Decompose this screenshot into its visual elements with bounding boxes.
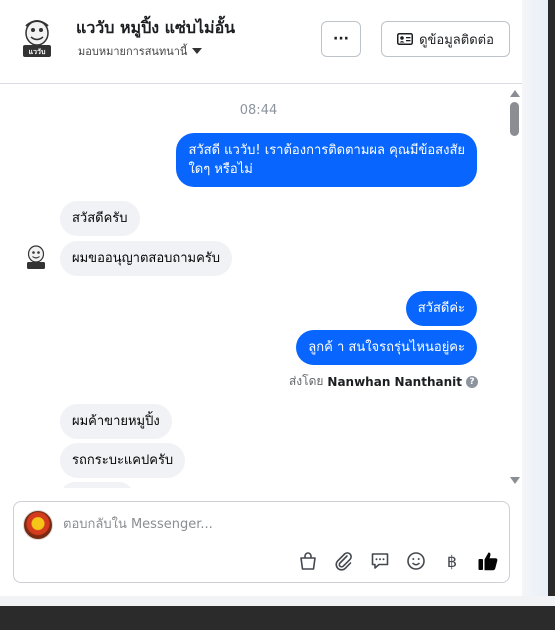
assign-conversation[interactable]: มอบหมายการสนทนานี้ <box>78 42 203 60</box>
view-contact-button[interactable]: ดูข้อมูลติดต่อ <box>381 21 510 57</box>
message-thread: 08:44 สวัสดี แววับ! เราต้องการติดตามผล ค… <box>0 84 522 488</box>
message-timestamp: 08:44 <box>239 103 278 118</box>
scroll-thumb[interactable] <box>510 102 519 136</box>
message-text: ใดๆ หรือไม่ <box>188 162 253 177</box>
more-options-button[interactable]: ··· <box>321 21 361 57</box>
sent-by-name: Nanwhan Nanthanit <box>327 374 462 389</box>
composer-avatar <box>23 510 53 540</box>
paperclip-icon[interactable] <box>333 550 355 572</box>
messenger-panel: แววับ แววับ หมูปิ้ง แซ่บไม่อั้น มอบหมายก… <box>0 0 522 596</box>
view-contact-label: ดูข้อมูลติดต่อ <box>419 32 494 48</box>
scroll-down-arrow[interactable] <box>510 477 520 484</box>
message-composer: ฿ <box>13 501 510 583</box>
taskbar-edge <box>0 596 555 630</box>
contact-card-icon <box>397 33 414 45</box>
logo-text: แววับ <box>29 48 46 56</box>
more-icon: ··· <box>333 31 349 47</box>
page-name: แววับ หมูปิ้ง แซ่บไม่อั้น <box>76 18 236 37</box>
message-bubble-outgoing[interactable]: ลูกค้ า สนใจรถรุ่นไหนอยู่คะ <box>296 330 477 365</box>
sent-by-prefix: ส่งโดย <box>288 374 324 388</box>
message-text: ผมขออนุญาตสอบถามครับ <box>72 251 221 266</box>
message-text: สวัสดีค่ะ <box>417 301 465 316</box>
info-icon[interactable]: ? <box>466 375 478 388</box>
emoji-icon[interactable] <box>405 550 427 572</box>
message-text: สวัสดี แววับ! เราต้องการติดตามผล คุณมีข้… <box>188 143 465 158</box>
conversation-header: แววับ แววับ หมูปิ้ง แซ่บไม่อั้น มอบหมายก… <box>0 0 522 84</box>
reply-input[interactable] <box>63 512 483 536</box>
message-bubble-incoming[interactable] <box>60 482 134 488</box>
composer-tools: ฿ <box>297 550 499 572</box>
baht-icon[interactable]: ฿ <box>441 550 463 572</box>
like-icon[interactable] <box>477 550 499 572</box>
message-bubble-incoming[interactable]: ผมขออนุญาตสอบถามครับ <box>60 241 233 276</box>
chevron-down-icon <box>192 47 203 54</box>
message-bubble-outgoing[interactable]: สวัสดี แววับ! เราต้องการติดตามผล คุณมีข้… <box>176 133 477 187</box>
window-edge <box>548 0 555 606</box>
scroll-up-arrow[interactable] <box>510 90 520 97</box>
message-text: สวัสดีครับ <box>72 211 128 226</box>
page-logo: แววับ <box>23 20 51 57</box>
message-text: ลูกค้ า สนใจรถรุ่นไหนอยู่คะ <box>308 340 465 355</box>
message-bubble-incoming[interactable]: สวัสดีครับ <box>60 201 140 236</box>
message-text: ผมค้าขายหมูปิ้ง <box>72 414 160 429</box>
shopping-bag-icon[interactable] <box>297 550 319 572</box>
assign-label: มอบหมายการสนทนานี้ <box>78 45 188 58</box>
sent-by-line: ส่งโดย Nanwhan Nanthanit ? <box>289 372 478 391</box>
sender-avatar <box>27 245 45 269</box>
saved-reply-icon[interactable] <box>369 550 391 572</box>
message-bubble-incoming[interactable]: ผมค้าขายหมูปิ้ง <box>60 404 172 439</box>
thread-scrollbar[interactable] <box>508 84 522 488</box>
message-text: รถกระบะแคปครับ <box>72 453 174 468</box>
message-bubble-incoming[interactable]: รถกระบะแคปครับ <box>60 443 186 478</box>
message-bubble-outgoing[interactable]: สวัสดีค่ะ <box>405 291 477 326</box>
